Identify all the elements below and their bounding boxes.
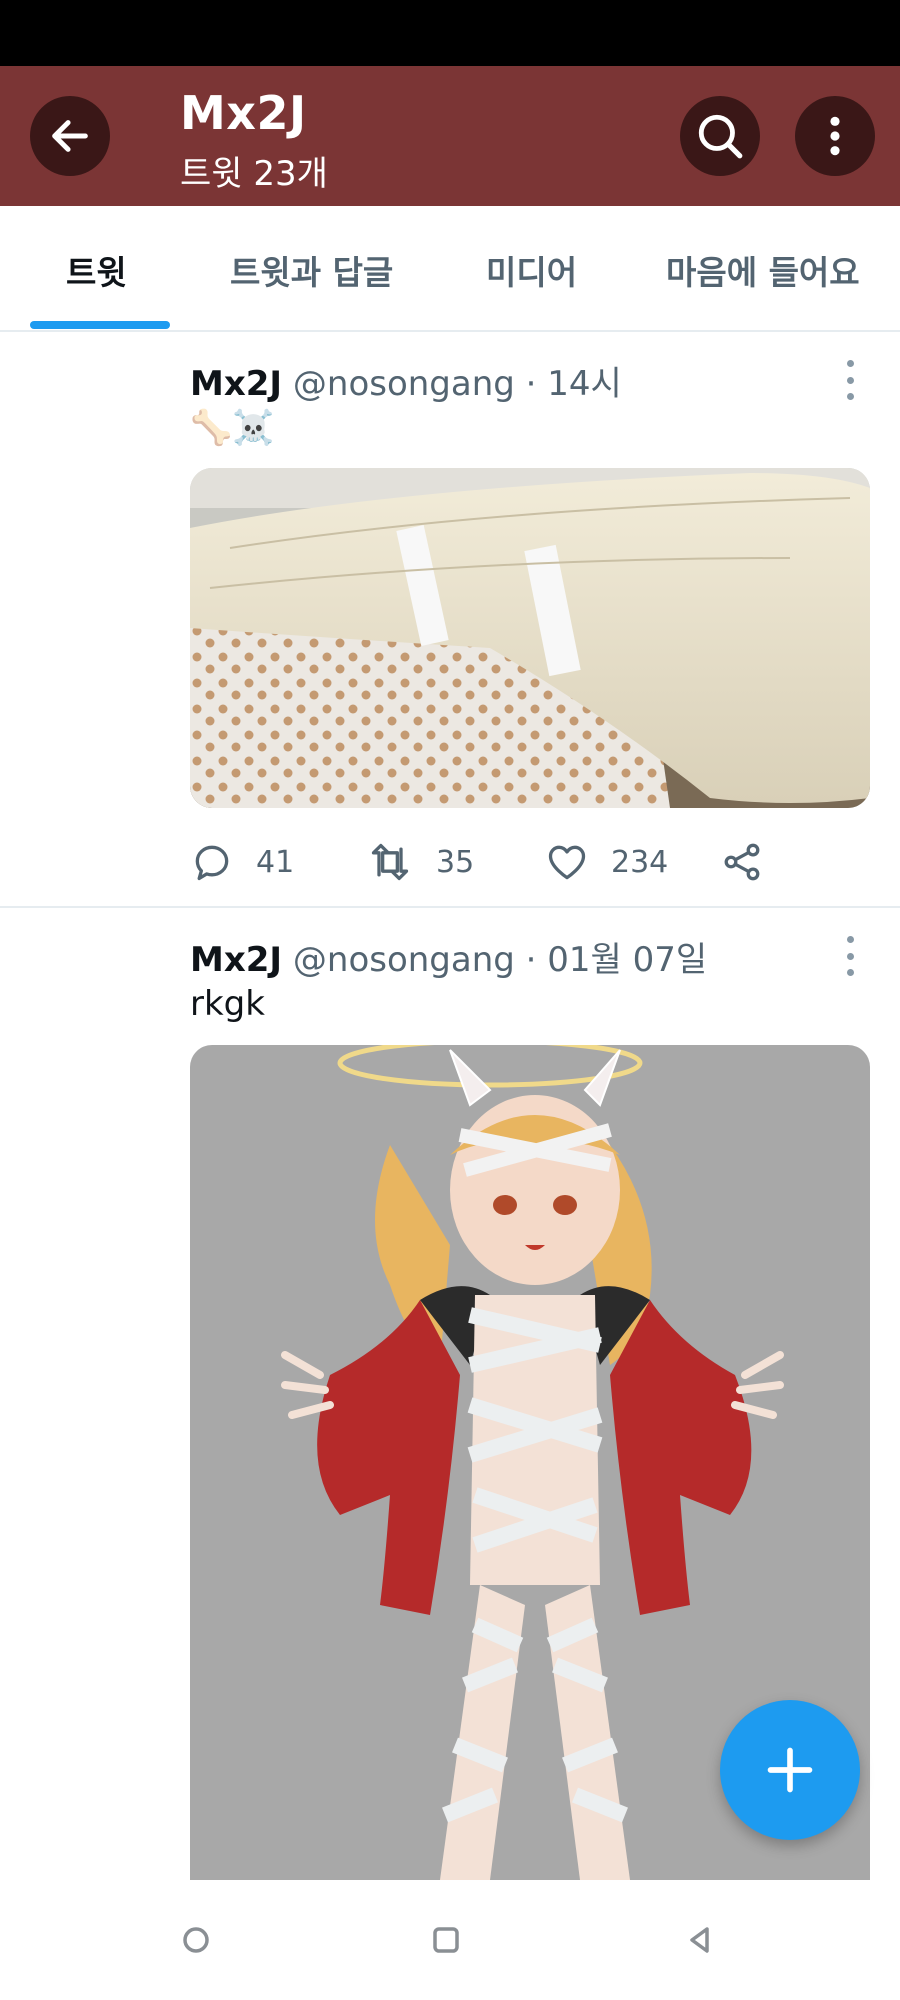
tweet-text: rkgk	[190, 984, 265, 1024]
tab-tweets-and-replies[interactable]: 트윗과 답글	[230, 246, 393, 294]
tab-likes[interactable]: 마음에 들어요	[666, 246, 860, 294]
retweet-button[interactable]: 35	[366, 834, 474, 890]
heart-icon	[548, 845, 586, 880]
more-options-button[interactable]	[795, 96, 875, 176]
like-count: 234	[611, 844, 669, 880]
search-icon	[698, 114, 743, 159]
back-button[interactable]	[30, 96, 110, 176]
triangle-back-icon	[690, 1927, 709, 1953]
tweet-actions: 41 35 234	[190, 834, 830, 890]
tweet-header: Mx2J @nosongang · 01월 07일	[190, 932, 707, 981]
tweet-timestamp[interactable]: 01월 07일	[547, 940, 707, 980]
tweet-header: Mx2J @nosongang · 14시	[190, 356, 622, 405]
separator-dot: ·	[525, 940, 537, 980]
compose-tweet-button[interactable]	[720, 1700, 860, 1840]
circle-icon	[183, 1927, 209, 1953]
nav-recents-button[interactable]	[424, 1918, 468, 1962]
like-button[interactable]: 234	[545, 834, 668, 890]
tweet-photo[interactable]	[190, 468, 870, 808]
tab-media[interactable]: 미디어	[486, 246, 577, 294]
more-vertical-icon	[830, 116, 840, 156]
profile-tabs: 트윗 트윗과 답글 미디어 마음에 들어요	[0, 206, 900, 332]
plus-icon	[767, 1747, 813, 1793]
reply-count: 41	[256, 844, 295, 880]
separator-dot: ·	[525, 364, 537, 404]
tweet-author-handle[interactable]: @nosongang	[293, 940, 515, 980]
share-button[interactable]	[720, 834, 764, 890]
reply-button[interactable]: 41	[190, 834, 294, 890]
arrow-left-icon	[52, 120, 88, 152]
tweet-menu-button[interactable]	[838, 936, 862, 976]
system-navigation-bar	[0, 1880, 900, 2000]
share-icon	[724, 843, 760, 881]
tweet-author-name[interactable]: Mx2J	[190, 364, 282, 404]
profile-header: Mx2J 트윗 23개	[0, 66, 900, 206]
tweet-count: 트윗 23개	[180, 154, 328, 194]
search-button[interactable]	[680, 96, 760, 176]
page-title: Mx2J	[180, 86, 307, 140]
tweet-text: 🦴☠️	[190, 408, 275, 448]
tab-tweets[interactable]: 트윗	[66, 246, 127, 294]
status-bar	[0, 0, 900, 66]
tweet-author-name[interactable]: Mx2J	[190, 940, 282, 980]
tweet-menu-button[interactable]	[838, 360, 862, 400]
retweet-icon	[371, 843, 409, 881]
reply-icon	[195, 845, 229, 881]
tweet-timestamp[interactable]: 14시	[547, 364, 622, 404]
tweet[interactable]: Mx2J @nosongang · 14시 🦴☠️ 41 35 234	[0, 334, 900, 908]
tweet-author-handle[interactable]: @nosongang	[293, 364, 515, 404]
nav-back-button[interactable]	[678, 1918, 722, 1962]
retweet-count: 35	[436, 844, 475, 880]
nav-home-button[interactable]	[174, 1918, 218, 1962]
square-icon	[433, 1927, 459, 1953]
active-tab-indicator	[30, 321, 170, 329]
